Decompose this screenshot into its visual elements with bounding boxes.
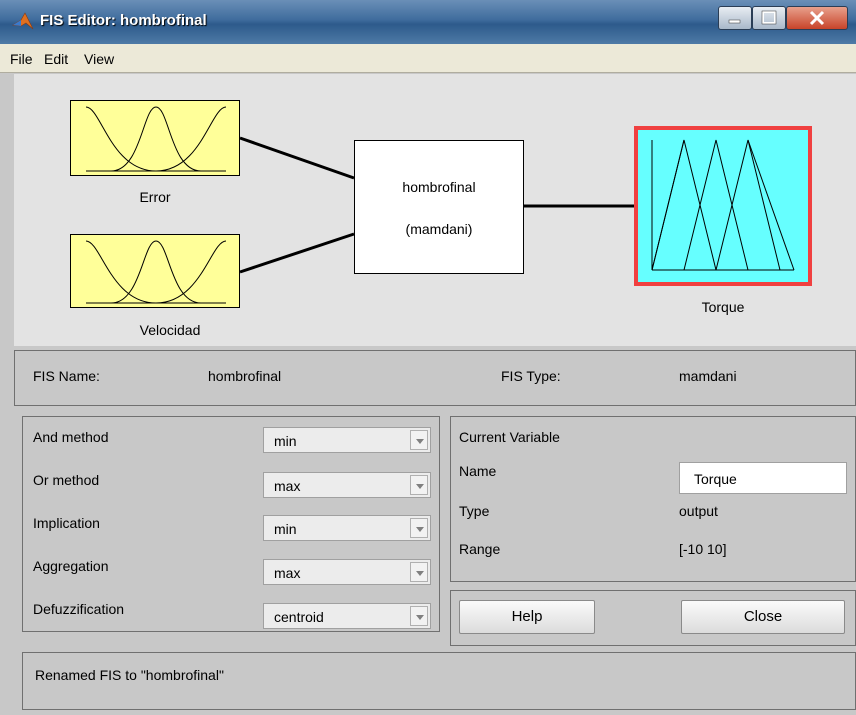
fis-type-label: FIS Type:: [501, 368, 561, 384]
implication-value: min: [274, 521, 297, 537]
chevron-down-icon[interactable]: [410, 606, 428, 626]
and-method-label: And method: [33, 429, 109, 445]
chevron-down-icon[interactable]: [410, 518, 428, 538]
output-torque-box[interactable]: [634, 126, 812, 286]
status-text: Renamed FIS to "hombrofinal": [35, 667, 224, 683]
close-window-button[interactable]: [786, 6, 848, 30]
minimize-icon: [728, 19, 741, 24]
system-type-label: (mamdani): [405, 221, 473, 237]
input-velocidad-label: Velocidad: [139, 322, 201, 338]
window-title: FIS Editor: hombrofinal: [40, 12, 207, 29]
input-velocidad-box[interactable]: [70, 234, 240, 308]
chevron-down-icon[interactable]: [410, 475, 428, 495]
aggregation-label: Aggregation: [33, 558, 109, 574]
system-name-label: hombrofinal: [402, 179, 476, 195]
input-error-box[interactable]: [70, 100, 240, 176]
chevron-down-icon[interactable]: [410, 430, 428, 450]
defuzzification-value: centroid: [274, 609, 324, 625]
menu-file[interactable]: File: [10, 51, 33, 67]
implication-label: Implication: [33, 515, 100, 531]
close-button[interactable]: Close: [681, 600, 845, 634]
fis-editor-window: FIS Editor: hombrofinal File Edit View E…: [0, 0, 856, 715]
fis-name-value: hombrofinal: [208, 368, 282, 384]
menu-edit[interactable]: Edit: [44, 51, 68, 67]
output-torque-label: Torque: [701, 299, 745, 315]
help-button[interactable]: Help: [459, 600, 595, 634]
implication-select[interactable]: min: [263, 515, 431, 541]
or-method-label: Or method: [33, 472, 100, 488]
fis-name-label: FIS Name:: [33, 368, 100, 384]
variable-name-value: Torque: [694, 471, 737, 487]
aggregation-value: max: [274, 565, 301, 581]
and-method-value: min: [274, 433, 297, 449]
variable-range-value: [-10 10]: [679, 541, 727, 557]
current-variable-heading: Current Variable: [459, 429, 560, 445]
variable-name-label: Name: [459, 463, 497, 479]
defuzzification-select[interactable]: centroid: [263, 603, 431, 629]
variable-type-label: Type: [459, 503, 490, 519]
gaussian-mf-icon: [85, 240, 227, 304]
or-method-select[interactable]: max: [263, 472, 431, 498]
maximize-icon: [761, 10, 777, 25]
fis-info-panel: FIS Name: hombrofinal FIS Type: mamdani: [14, 350, 856, 406]
fis-type-value: mamdani: [679, 368, 737, 384]
defuzzification-label: Defuzzification: [33, 601, 125, 617]
close-icon: [809, 10, 825, 26]
current-variable-panel: Current Variable Name Torque Type output…: [450, 416, 856, 582]
status-panel: Renamed FIS to "hombrofinal": [22, 652, 856, 710]
buttons-panel: Help Close: [450, 590, 856, 646]
variable-type-value: output: [679, 503, 718, 519]
fis-system-box[interactable]: hombrofinal (mamdani): [354, 140, 524, 274]
maximize-button[interactable]: [752, 6, 786, 30]
methods-panel: And method min Or method max Implication…: [22, 416, 440, 632]
chevron-down-icon[interactable]: [410, 562, 428, 582]
input-error-label: Error: [139, 189, 171, 205]
variable-range-label: Range: [459, 541, 501, 557]
gaussian-mf-icon: [85, 106, 227, 172]
or-method-value: max: [274, 478, 301, 494]
minimize-button[interactable]: [718, 6, 752, 30]
variable-name-field[interactable]: Torque: [679, 462, 847, 494]
and-method-select[interactable]: min: [263, 427, 431, 453]
triangular-mf-icon: [651, 139, 795, 271]
matlab-icon: [12, 12, 34, 30]
aggregation-select[interactable]: max: [263, 559, 431, 585]
menu-bar: File Edit View: [0, 44, 856, 73]
fis-diagram: Error Velocidad hombrofinal (mamdani) To…: [14, 74, 856, 346]
title-bar[interactable]: FIS Editor: hombrofinal: [0, 0, 856, 44]
menu-view[interactable]: View: [84, 51, 114, 67]
